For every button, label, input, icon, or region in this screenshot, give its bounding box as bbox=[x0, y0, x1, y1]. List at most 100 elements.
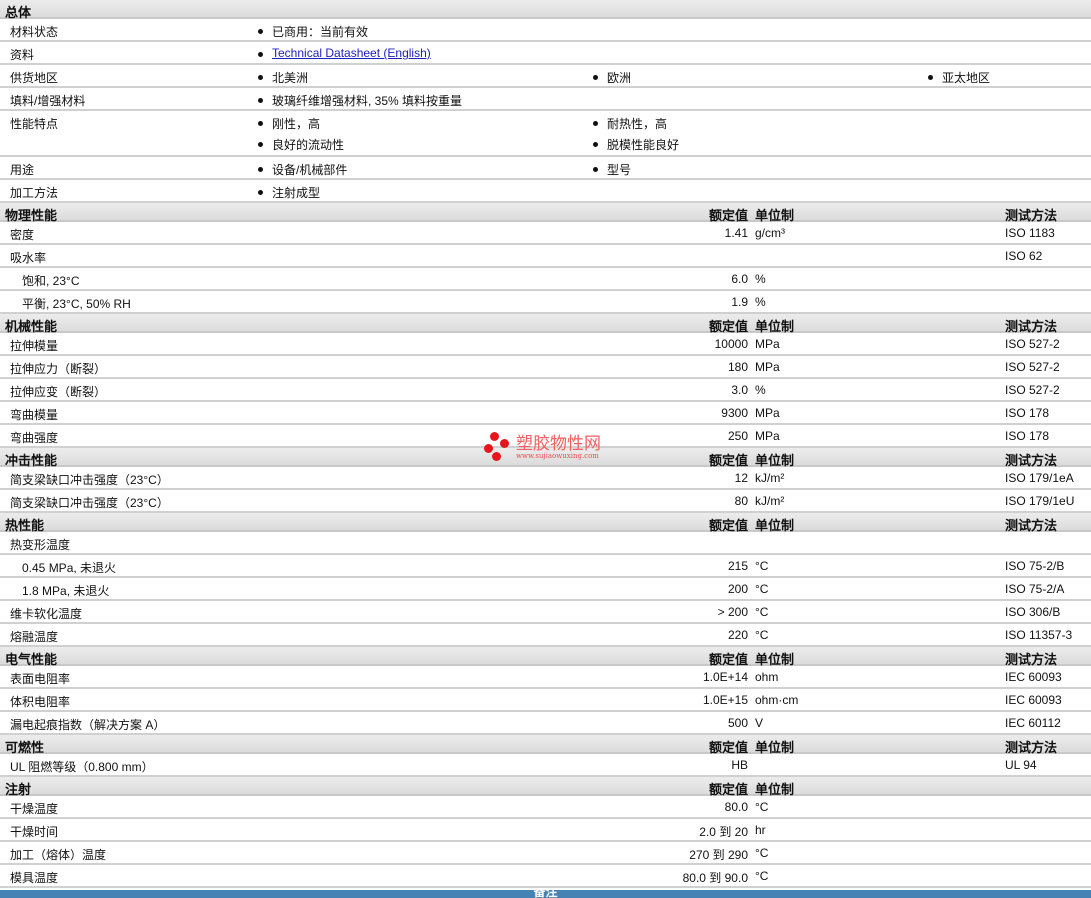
property-row: 简支梁缺口冲击强度（23°C） 80 kJ/m² ISO 179/1eU bbox=[0, 490, 1091, 513]
property-row: 0.45 MPa, 未退火 215 °C ISO 75-2/B bbox=[0, 555, 1091, 578]
property-label: 熔融温度 bbox=[10, 630, 59, 644]
section-header: 机械性能 额定值 单位制 测试方法 bbox=[0, 314, 1091, 334]
property-unit: °C bbox=[755, 559, 769, 573]
property-row: 弯曲强度 250 MPa ISO 178 bbox=[0, 425, 1091, 448]
property-unit: MPa bbox=[755, 337, 780, 351]
property-label: 维卡软化温度 bbox=[10, 607, 83, 621]
property-label: 拉伸应力（断裂） bbox=[10, 362, 107, 376]
property-unit: % bbox=[755, 272, 766, 286]
property-row: 密度 1.41 g/cm³ ISO 1183 bbox=[0, 222, 1091, 245]
general-row: 资料 Technical Datasheet (English) bbox=[0, 42, 1091, 65]
general-row: 填料/增强材料 玻璃纤维增强材料, 35% 填料按重量 bbox=[0, 88, 1091, 111]
test-method: ISO 75-2/A bbox=[1005, 582, 1065, 596]
general-row: 加工方法 注射成型 bbox=[0, 180, 1091, 203]
property-unit: °C bbox=[755, 628, 769, 642]
property-unit: °C bbox=[755, 800, 769, 814]
general-row: 用途 设备/机械部件 型号 bbox=[0, 157, 1091, 180]
property-row: 热变形温度 bbox=[0, 532, 1091, 555]
property-row: 加工（熔体）温度 270 到 290 °C bbox=[0, 842, 1091, 865]
test-method: ISO 179/1eU bbox=[1005, 494, 1075, 508]
row-label: 供货地区 bbox=[10, 71, 59, 85]
property-value: 500 bbox=[727, 716, 748, 730]
list-item: 欧洲 bbox=[593, 69, 631, 86]
section-header: 注射 额定值 单位制 bbox=[0, 777, 1091, 797]
property-row: 弯曲模量 9300 MPa ISO 178 bbox=[0, 402, 1091, 425]
property-value: 9300 bbox=[721, 406, 748, 420]
property-label: 体积电阻率 bbox=[10, 695, 71, 709]
datasheet-link[interactable]: Technical Datasheet (English) bbox=[272, 46, 431, 60]
property-unit: kJ/m² bbox=[755, 471, 785, 485]
property-row: 拉伸模量 10000 MPa ISO 527-2 bbox=[0, 333, 1091, 356]
notes-header: 备注 bbox=[0, 890, 1091, 898]
property-value: 80.0 bbox=[724, 800, 748, 814]
list-item: 型号 bbox=[593, 161, 631, 178]
property-value: 220 bbox=[727, 628, 748, 642]
section-header: 电气性能 额定值 单位制 测试方法 bbox=[0, 647, 1091, 667]
property-unit: V bbox=[755, 716, 764, 730]
property-row: 表面电阻率 1.0E+14 ohm IEC 60093 bbox=[0, 666, 1091, 689]
property-value: 12 bbox=[734, 471, 748, 485]
property-row: 熔融温度 220 °C ISO 11357-3 bbox=[0, 624, 1091, 647]
list-item: 脱模性能良好 bbox=[593, 136, 679, 153]
property-value: 1.9 bbox=[731, 295, 748, 309]
row-label: 用途 bbox=[10, 163, 35, 177]
list-item: 亚太地区 bbox=[928, 69, 990, 86]
property-value: 1.0E+15 bbox=[702, 693, 748, 707]
property-row: 漏电起痕指数（解决方案 A） 500 V IEC 60112 bbox=[0, 712, 1091, 735]
test-method: ISO 11357-3 bbox=[1005, 628, 1073, 642]
property-label: UL 阻燃等级（0.800 mm） bbox=[10, 760, 154, 774]
property-row: 干燥温度 80.0 °C bbox=[0, 796, 1091, 819]
property-unit: ohm bbox=[755, 670, 779, 684]
property-label: 漏电起痕指数（解决方案 A） bbox=[10, 718, 166, 732]
property-label: 表面电阻率 bbox=[10, 672, 71, 686]
property-value: 180 bbox=[727, 360, 748, 374]
list-item: 设备/机械部件 bbox=[258, 161, 347, 178]
property-value: 215 bbox=[727, 559, 748, 573]
property-value: 200 bbox=[727, 582, 748, 596]
property-unit: °C bbox=[755, 846, 769, 860]
test-method: ISO 527-2 bbox=[1005, 337, 1060, 351]
property-value: 80 bbox=[734, 494, 748, 508]
list-item: 玻璃纤维增强材料, 35% 填料按重量 bbox=[258, 92, 462, 109]
property-label: 干燥温度 bbox=[10, 802, 59, 816]
property-label: 1.8 MPa, 未退火 bbox=[22, 584, 110, 598]
test-method: ISO 179/1eA bbox=[1005, 471, 1074, 485]
section-header: 热性能 额定值 单位制 测试方法 bbox=[0, 513, 1091, 533]
property-unit: °C bbox=[755, 582, 769, 596]
property-label: 简支梁缺口冲击强度（23°C） bbox=[10, 473, 169, 487]
property-label: 热变形温度 bbox=[10, 538, 71, 552]
property-row: 拉伸应变（断裂） 3.0% ISO 527-2 bbox=[0, 379, 1091, 402]
property-row: 干燥时间 2.0 到 20 hr bbox=[0, 819, 1091, 842]
property-row: 拉伸应力（断裂） 180 MPa ISO 527-2 bbox=[0, 356, 1091, 379]
list-item: 耐热性，高 bbox=[593, 115, 667, 132]
property-label: 弯曲强度 bbox=[10, 431, 59, 445]
property-label: 密度 bbox=[10, 228, 35, 242]
property-value: HB bbox=[731, 758, 748, 772]
test-method: ISO 1183 bbox=[1005, 226, 1055, 240]
row-label: 材料状态 bbox=[10, 25, 59, 39]
section-header: 物理性能 额定值 单位制 测试方法 bbox=[0, 203, 1091, 223]
list-item: 已商用：当前有效 bbox=[258, 23, 368, 40]
test-method: IEC 60112 bbox=[1005, 716, 1061, 730]
property-unit: % bbox=[755, 383, 766, 397]
list-item: Technical Datasheet (English) bbox=[258, 46, 431, 60]
row-label: 性能特点 bbox=[10, 117, 59, 131]
property-label: 吸水率 bbox=[10, 251, 47, 265]
property-unit: MPa bbox=[755, 360, 780, 374]
property-label: 干燥时间 bbox=[10, 825, 59, 839]
test-method: ISO 178 bbox=[1005, 429, 1050, 443]
property-unit: ohm·cm bbox=[755, 693, 799, 707]
list-item: 注射成型 bbox=[258, 184, 320, 201]
section-header: 可燃性 额定值 单位制 测试方法 bbox=[0, 735, 1091, 755]
test-method: IEC 60093 bbox=[1005, 693, 1062, 707]
property-unit: °C bbox=[755, 869, 769, 883]
property-row: 1.8 MPa, 未退火 200 °C ISO 75-2/A bbox=[0, 578, 1091, 601]
property-label: 弯曲模量 bbox=[10, 408, 59, 422]
property-label: 拉伸模量 bbox=[10, 339, 59, 353]
property-label: 模具温度 bbox=[10, 871, 59, 885]
test-method: ISO 75-2/B bbox=[1005, 559, 1065, 573]
list-item: 刚性，高 bbox=[258, 115, 320, 132]
property-unit: % bbox=[755, 295, 766, 309]
general-row: 材料状态 已商用：当前有效 bbox=[0, 19, 1091, 42]
test-method: ISO 527-2 bbox=[1005, 383, 1060, 397]
